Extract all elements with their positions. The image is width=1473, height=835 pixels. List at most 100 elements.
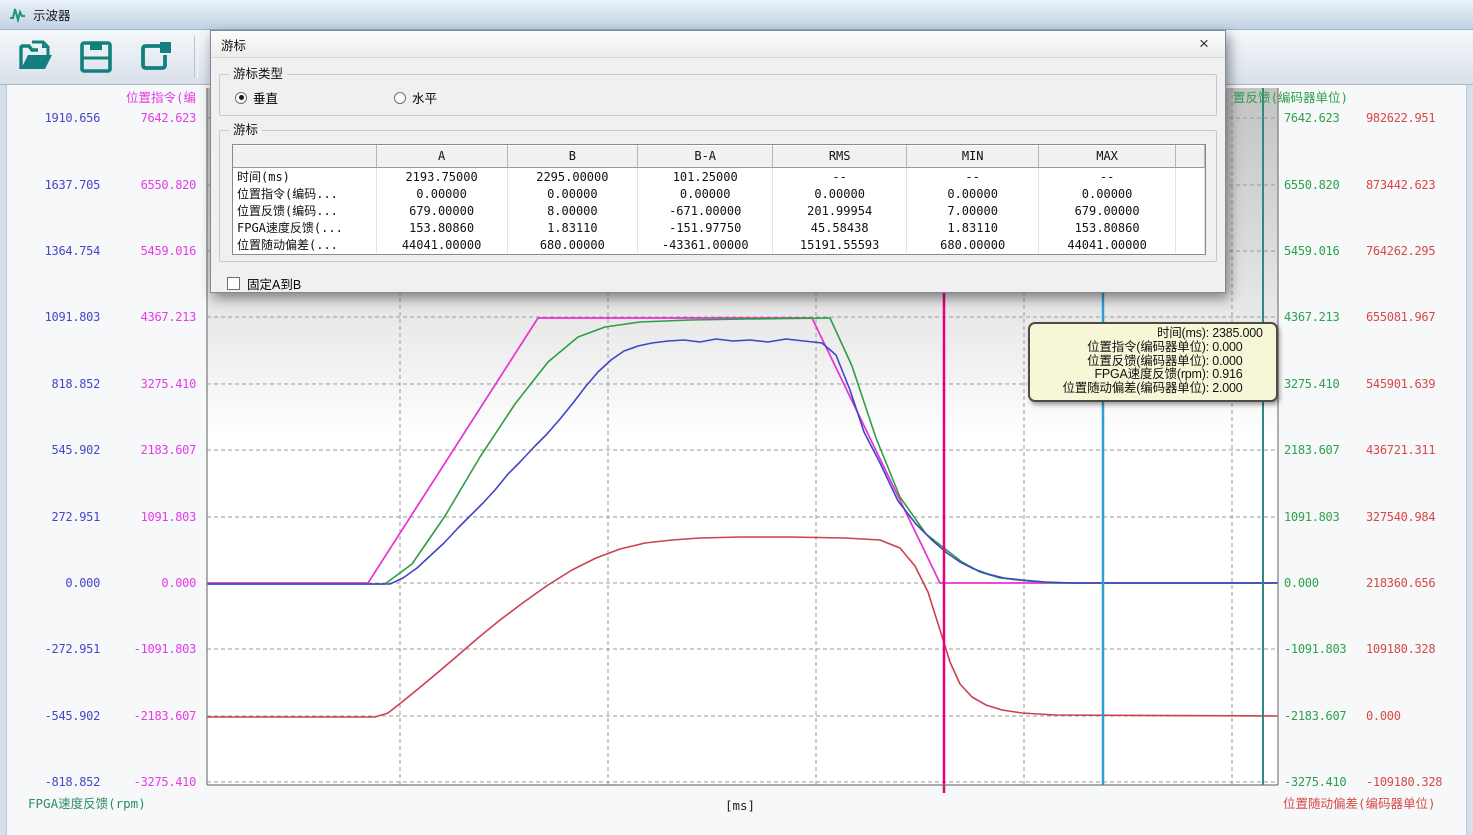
axis-tick-fpga-speed: 545.902: [10, 442, 100, 458]
table-cell: 101.25000: [638, 168, 773, 186]
window-titlebar[interactable]: 示波器: [0, 0, 1473, 30]
table-header-cell: B-A: [638, 145, 773, 168]
table-header-cell: MIN: [907, 145, 1039, 168]
tooltip-label: 位置随动偏差(编码器单位):: [1037, 382, 1209, 396]
axis-tick-pos-error: -109180.328: [1366, 774, 1470, 790]
table-row-label: 位置随动偏差(...: [233, 236, 376, 253]
axis-tick-pos-feedback: -1091.803: [1284, 641, 1370, 657]
tooltip-label: 时间(ms):: [1037, 327, 1209, 341]
axis-tick-pos-command: 5459.016: [104, 243, 196, 259]
axis-title-pos-command: 位置指令(编: [62, 87, 196, 106]
table-row: 位置指令(编码...0.000000.000000.000000.000000.…: [233, 185, 1205, 202]
axis-tick-pos-error: 0.000: [1366, 708, 1470, 724]
x-axis-unit-label: [ms]: [660, 798, 820, 813]
axis-tick-pos-feedback: 2183.607: [1284, 442, 1370, 458]
table-cell: 45.58438: [773, 219, 907, 236]
table-cell: 2193.75000: [376, 168, 507, 186]
radio-horizontal-circle[interactable]: [394, 92, 406, 104]
axis-tick-fpga-speed: 1091.803: [10, 309, 100, 325]
close-icon[interactable]: ×: [1193, 34, 1215, 54]
table-cell: 44041.00000: [376, 236, 507, 253]
axis-tick-pos-command: 3275.410: [104, 376, 196, 392]
table-cell: 0.00000: [1039, 185, 1176, 202]
fix-a-to-b-checkbox[interactable]: [227, 277, 240, 290]
cursor-dialog[interactable]: 游标 × 游标类型 垂直 水平 游标 ABB-ARMSMINMAX时间(ms)2…: [210, 30, 1226, 293]
table-row: 位置反馈(编码...679.000008.00000-671.00000201.…: [233, 202, 1205, 219]
axis-tick-pos-feedback: 1091.803: [1284, 509, 1370, 525]
table-cell: 15191.55593: [773, 236, 907, 253]
table-cell: --: [1039, 168, 1176, 186]
axis-tick-pos-feedback: 6550.820: [1284, 177, 1370, 193]
open-file-button[interactable]: [10, 33, 62, 82]
table-cell: 0.00000: [773, 185, 907, 202]
table-cell: 201.99954: [773, 202, 907, 219]
axis-tick-fpga-speed: -818.852: [10, 774, 100, 790]
table-cell-empty: [1175, 236, 1204, 253]
table-cell-empty: [1175, 185, 1204, 202]
tooltip-value: 0.000: [1209, 355, 1269, 369]
table-row-label: 时间(ms): [233, 168, 376, 186]
table-cell: 44041.00000: [1039, 236, 1176, 253]
table-cell: 679.00000: [376, 202, 507, 219]
axis-tick-fpga-speed: 818.852: [10, 376, 100, 392]
cursor-table: ABB-ARMSMINMAX时间(ms)2193.750002295.00000…: [233, 145, 1205, 253]
window-frame-left: [0, 85, 7, 835]
axis-tick-pos-command: -2183.607: [104, 708, 196, 724]
radio-vertical-circle[interactable]: [235, 92, 247, 104]
table-header-cell: [233, 145, 376, 168]
cursor-type-options: 垂直 水平: [220, 75, 1216, 115]
toolbar-separator: [194, 36, 198, 78]
cursor-table-wrap: ABB-ARMSMINMAX时间(ms)2193.750002295.00000…: [232, 144, 1206, 255]
fix-a-to-b-row[interactable]: 固定A到B: [227, 274, 1225, 293]
table-header-cell: [1175, 145, 1204, 168]
radio-vertical-label: 垂直: [253, 88, 278, 107]
save-icon: [77, 38, 115, 76]
axis-title-fpga-speed: FPGA速度反馈(rpm): [28, 793, 146, 812]
table-cell: 8.00000: [507, 202, 638, 219]
axis-tick-pos-command: -3275.410: [104, 774, 196, 790]
tooltip-value: 0.000: [1209, 341, 1269, 355]
axis-tick-fpga-speed: -545.902: [10, 708, 100, 724]
axis-tick-pos-feedback: 7642.623: [1284, 110, 1370, 126]
axis-tick-pos-error: 545901.639: [1366, 376, 1470, 392]
axis-tick-pos-error: 655081.967: [1366, 309, 1470, 325]
tooltip-line: 时间(ms): 2385.000: [1037, 327, 1269, 341]
dialog-title: 游标: [221, 35, 246, 54]
fix-a-to-b-label: 固定A到B: [247, 274, 301, 293]
table-cell: 1.83110: [507, 219, 638, 236]
axis-tick-pos-error: 764262.295: [1366, 243, 1470, 259]
axis-tick-pos-error: 218360.656: [1366, 575, 1470, 591]
table-cell: -43361.00000: [638, 236, 773, 253]
table-cell: 1.83110: [907, 219, 1039, 236]
axis-tick-pos-feedback: -3275.410: [1284, 774, 1370, 790]
axis-tick-pos-feedback: 4367.213: [1284, 309, 1370, 325]
open-folder-icon: [16, 38, 56, 76]
table-cell: 153.80860: [376, 219, 507, 236]
table-cell: 153.80860: [1039, 219, 1176, 236]
axis-tick-pos-command: 6550.820: [104, 177, 196, 193]
axis-tick-pos-command: 2183.607: [104, 442, 196, 458]
table-row: 时间(ms)2193.750002295.00000101.25000-----…: [233, 168, 1205, 186]
chart-tooltip: 时间(ms): 2385.000位置指令(编码器单位): 0.000位置反馈(编…: [1028, 322, 1278, 402]
table-cell: 0.00000: [907, 185, 1039, 202]
table-cell: 0.00000: [638, 185, 773, 202]
table-cell-empty: [1175, 219, 1204, 236]
tooltip-line: 位置指令(编码器单位): 0.000: [1037, 341, 1269, 355]
table-header-cell: RMS: [773, 145, 907, 168]
axis-tick-fpga-speed: -272.951: [10, 641, 100, 657]
dialog-titlebar[interactable]: 游标 ×: [211, 31, 1225, 58]
radio-horizontal[interactable]: 水平: [394, 88, 437, 107]
window-icon: [136, 38, 176, 76]
table-cell: --: [907, 168, 1039, 186]
window-title: 示波器: [33, 5, 71, 24]
axis-tick-pos-command: 1091.803: [104, 509, 196, 525]
radio-horizontal-label: 水平: [412, 88, 437, 107]
axis-tick-pos-command: -1091.803: [104, 641, 196, 657]
axis-tick-fpga-speed: 1364.754: [10, 243, 100, 259]
table-row-label: 位置反馈(编码...: [233, 202, 376, 219]
window-button[interactable]: [130, 33, 182, 82]
cursor-values-group: 游标 ABB-ARMSMINMAX时间(ms)2193.750002295.00…: [219, 130, 1217, 262]
save-button[interactable]: [70, 33, 122, 82]
radio-vertical[interactable]: 垂直: [235, 88, 278, 107]
cursor-type-group: 游标类型 垂直 水平: [219, 74, 1217, 116]
